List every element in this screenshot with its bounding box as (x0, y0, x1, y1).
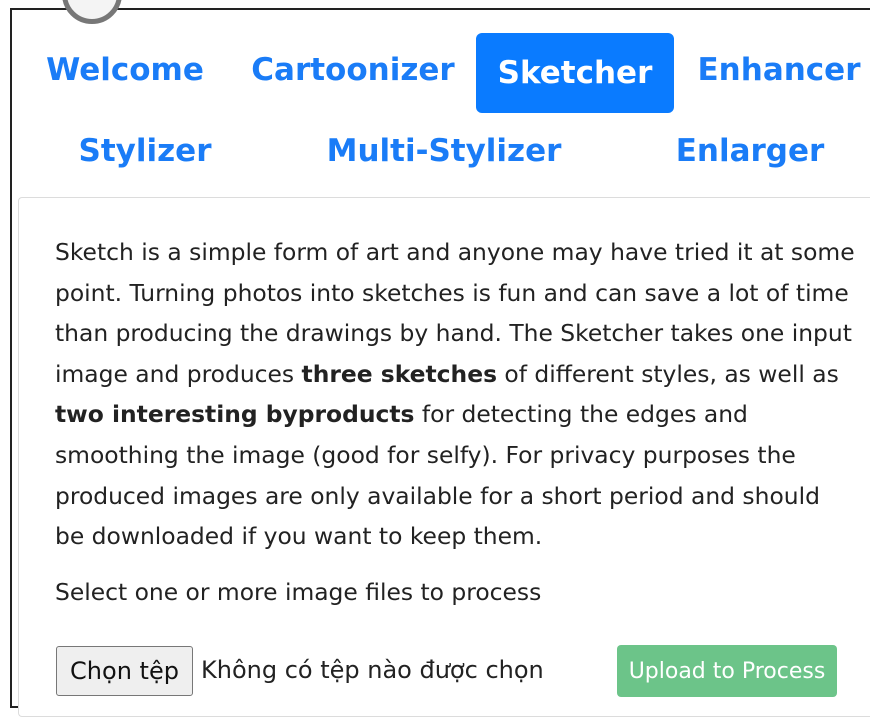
tab-welcome[interactable]: Welcome (46, 30, 204, 110)
tab-enhancer[interactable]: Enhancer (698, 30, 861, 110)
nav-tabs: Welcome Cartoonizer Sketcher Enhancer St… (0, 0, 870, 195)
desc-bold-2: two interesting byproducts (55, 400, 415, 429)
tab-sketcher[interactable]: Sketcher (476, 33, 674, 113)
select-files-label: Select one or more image files to proces… (55, 578, 542, 606)
desc-bold-1: three sketches (301, 359, 497, 388)
upload-button[interactable]: Upload to Process (617, 645, 837, 697)
description-text: Sketch is a simple form of art and anyon… (55, 232, 855, 557)
choose-file-button[interactable]: Chọn tệp (56, 646, 193, 696)
tab-multi-stylizer[interactable]: Multi-Stylizer (327, 111, 562, 191)
tab-enlarger[interactable]: Enlarger (676, 111, 825, 191)
tab-cartoonizer[interactable]: Cartoonizer (251, 30, 454, 110)
desc-text-2: of different styles, as well as (497, 359, 839, 388)
tab-stylizer[interactable]: Stylizer (79, 111, 212, 191)
file-status-text: Không có tệp nào được chọn (201, 656, 544, 684)
